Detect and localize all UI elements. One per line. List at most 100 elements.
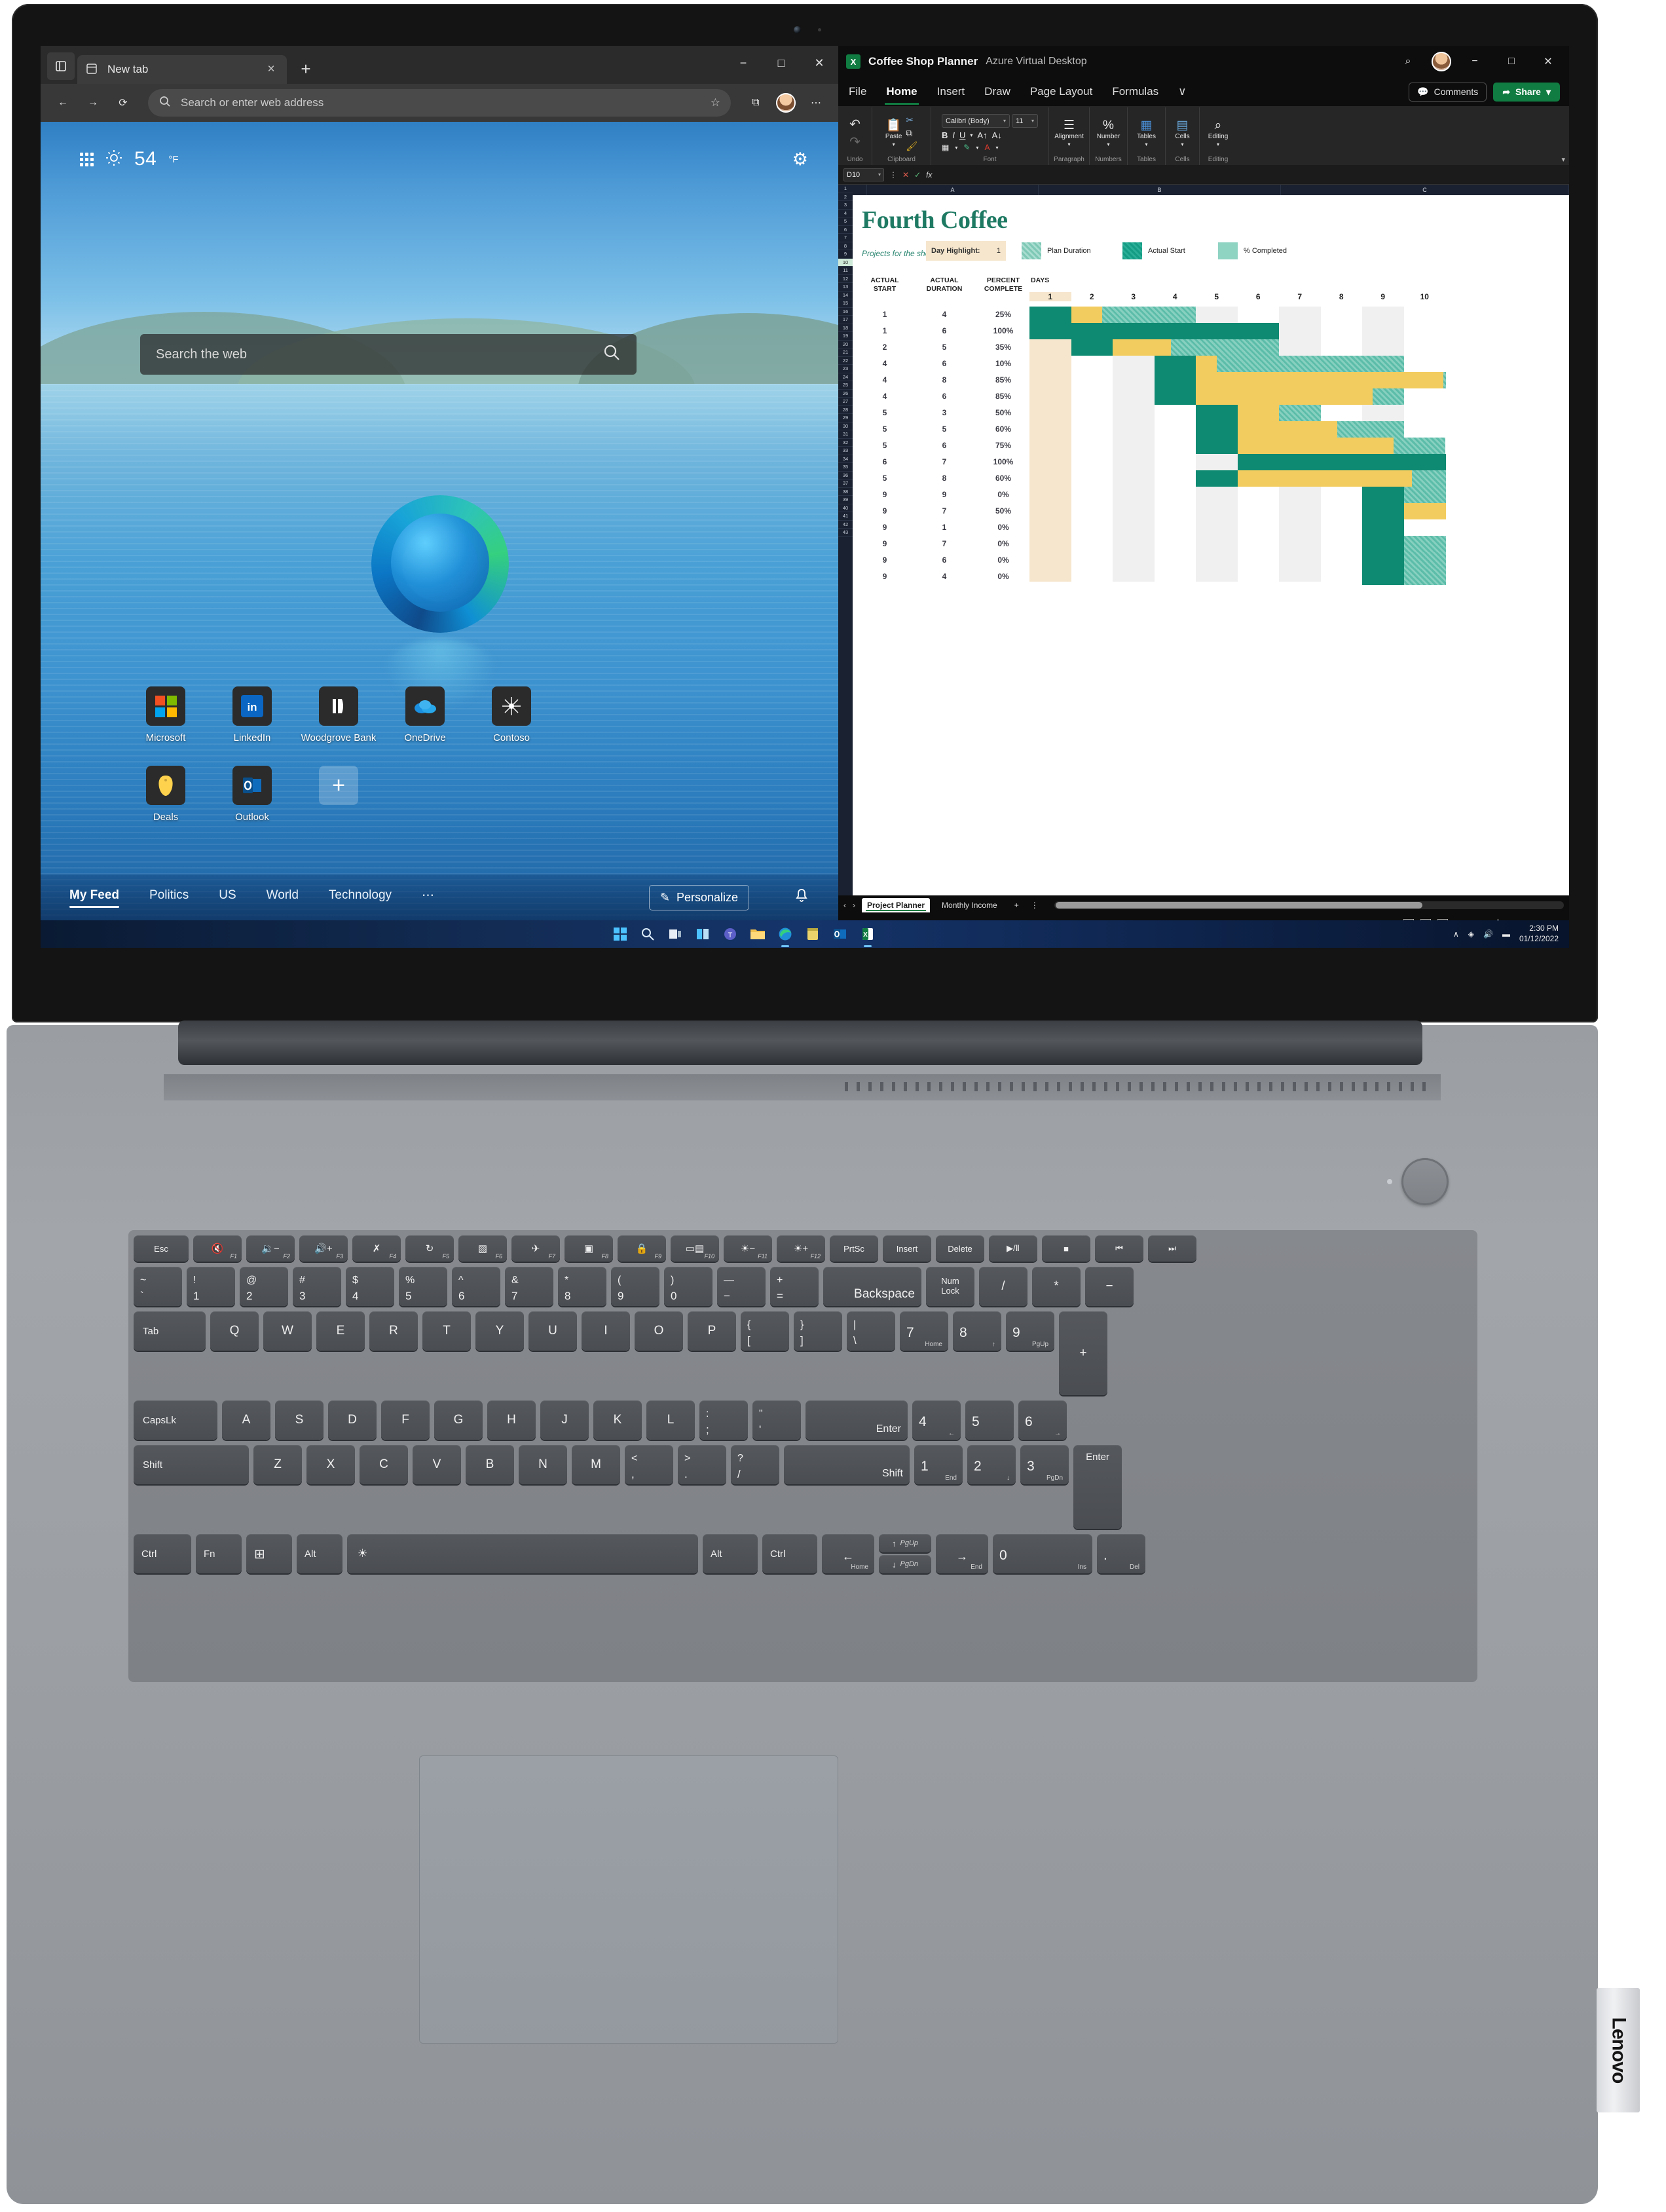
browser-tab[interactable]: New tab × — [77, 55, 287, 84]
row-header[interactable]: 26 — [838, 390, 853, 398]
font-color-icon[interactable]: A — [984, 143, 990, 152]
task-view-icon[interactable] — [665, 924, 685, 944]
ribbon-tab-file[interactable]: File — [847, 81, 868, 102]
key-ctrl-right[interactable]: Ctrl — [762, 1534, 817, 1573]
search-icon[interactable]: ⌕ — [1395, 48, 1421, 75]
cell-actual-start[interactable]: 5 — [862, 474, 908, 483]
row-header[interactable]: 36 — [838, 472, 853, 479]
italic-button[interactable]: I — [952, 130, 955, 140]
forward-icon[interactable]: → — [80, 90, 106, 116]
key-f8[interactable]: ▣ F8 — [565, 1235, 613, 1262]
row-header[interactable]: 29 — [838, 414, 853, 422]
ribbon-tab-home[interactable]: Home — [885, 81, 919, 105]
font-name-select[interactable]: Calibri (Body) ▾ — [942, 114, 1010, 128]
chevron-down-icon[interactable]: ▾ — [955, 145, 957, 151]
cell-percent-complete[interactable]: 50% — [977, 506, 1029, 516]
shortcut-tile-add[interactable]: + — [312, 766, 365, 823]
cell-percent-complete[interactable]: 100% — [977, 457, 1029, 466]
gear-icon[interactable]: ⚙ — [792, 149, 808, 170]
shortcut-tile-woodgrove-bank[interactable]: Woodgrove Bank — [301, 686, 376, 743]
cell-percent-complete[interactable]: 60% — [977, 424, 1029, 434]
key-f5[interactable]: ↻ F5 — [405, 1235, 454, 1262]
cell-percent-complete[interactable]: 0% — [977, 572, 1029, 581]
cell-actual-duration[interactable]: 5 — [918, 424, 971, 434]
cells-button[interactable]: ▤ Cells ▾ — [1175, 119, 1189, 147]
cell-actual-duration[interactable]: 4 — [918, 310, 971, 319]
row-header[interactable]: 4 — [838, 210, 853, 217]
format-painter-icon[interactable]: 🖌 — [906, 141, 917, 152]
key-punct[interactable]: >. — [678, 1445, 726, 1484]
cell-actual-start[interactable]: 5 — [862, 441, 908, 450]
feed-nav-politics[interactable]: Politics — [149, 888, 189, 907]
formula-options-icon[interactable]: ⋮ — [889, 170, 897, 179]
row-header[interactable]: 17 — [838, 316, 853, 324]
web-search-input[interactable]: Search the web — [140, 334, 637, 375]
key-numpad-7[interactable]: 7 Home — [900, 1311, 948, 1351]
key-v[interactable]: V — [413, 1445, 461, 1484]
add-favorite-icon[interactable]: ☆ — [711, 96, 720, 109]
sheet-nav-next-icon[interactable]: › — [853, 901, 855, 910]
file-explorer-icon[interactable] — [748, 924, 768, 944]
key-j[interactable]: J — [540, 1400, 589, 1440]
app-grid-icon[interactable] — [80, 152, 94, 166]
key-numpad-5[interactable]: 5 — [965, 1400, 1014, 1440]
excel-icon[interactable]: X — [858, 924, 878, 944]
row-header[interactable]: 3 — [838, 201, 853, 210]
key-insert[interactable]: Insert — [883, 1235, 931, 1262]
feed-nav-world[interactable]: World — [267, 888, 299, 907]
key-numpad-dot[interactable]: . Del — [1097, 1534, 1145, 1573]
key-u[interactable]: U — [528, 1311, 577, 1351]
key-c[interactable]: C — [360, 1445, 408, 1484]
start-icon[interactable] — [610, 924, 630, 944]
cell-actual-start[interactable]: 1 — [862, 326, 908, 335]
key-prtsc[interactable]: PrtSc — [830, 1235, 878, 1262]
cell-actual-duration[interactable]: 7 — [918, 506, 971, 516]
feed-nav-my-feed[interactable]: My Feed — [69, 888, 120, 908]
shrink-font-icon[interactable]: A↓ — [992, 130, 1002, 140]
key-f6[interactable]: ▨ F6 — [458, 1235, 507, 1262]
minimize-button[interactable]: − — [1462, 48, 1488, 75]
key-numpad-multiply[interactable]: * — [1032, 1267, 1081, 1306]
cell-actual-duration[interactable]: 9 — [918, 490, 971, 499]
add-shortcut-icon[interactable]: + — [319, 766, 358, 805]
key-h[interactable]: H — [487, 1400, 536, 1440]
cut-icon[interactable]: ✂ — [906, 115, 917, 126]
key-num-lock[interactable]: Num Lock — [926, 1267, 974, 1306]
key-f2[interactable]: 🔉− F2 — [246, 1235, 295, 1262]
undo-icon[interactable]: ↶ — [849, 116, 861, 132]
battery-icon[interactable]: ▬ — [1502, 929, 1510, 939]
key-o[interactable]: O — [635, 1311, 683, 1351]
key-punct[interactable]: " ' — [752, 1400, 801, 1440]
ribbon-collapse-icon[interactable]: ▾ — [1561, 155, 1565, 164]
row-header[interactable]: 18 — [838, 324, 853, 332]
cell-actual-start[interactable]: 5 — [862, 408, 908, 417]
cell-percent-complete[interactable]: 0% — [977, 490, 1029, 499]
row-header[interactable]: 2 — [838, 193, 853, 201]
key-2[interactable]: @2 — [240, 1267, 288, 1306]
cell-percent-complete[interactable]: 0% — [977, 523, 1029, 532]
horizontal-scrollbar[interactable] — [1054, 901, 1564, 909]
column-header-c[interactable]: C — [1281, 185, 1569, 195]
refresh-icon[interactable]: ⟳ — [110, 90, 136, 116]
row-header[interactable]: 6 — [838, 226, 853, 234]
key-`[interactable]: ~ ` — [134, 1267, 182, 1306]
close-button[interactable]: ✕ — [800, 46, 838, 80]
cell-actual-start[interactable]: 2 — [862, 343, 908, 352]
key-numpad-3[interactable]: 3 PgDn — [1020, 1445, 1069, 1484]
key-=[interactable]: + = — [770, 1267, 819, 1306]
browser-more-icon[interactable]: ⋯ — [803, 90, 829, 116]
power-button[interactable] — [1401, 1158, 1449, 1205]
formula-cancel-icon[interactable]: ✕ — [902, 170, 909, 179]
cell-actual-duration[interactable]: 6 — [918, 555, 971, 565]
row-header[interactable]: 5 — [838, 217, 853, 226]
key-shift-right[interactable]: Shift — [784, 1445, 910, 1484]
sheet-tab-monthly-income[interactable]: Monthly Income — [936, 898, 1003, 912]
row-header[interactable]: 23 — [838, 365, 853, 373]
cell-actual-duration[interactable]: 8 — [918, 375, 971, 384]
ribbon-tab-page-layout[interactable]: Page Layout — [1029, 81, 1094, 102]
key-a[interactable]: A — [222, 1400, 270, 1440]
key-win[interactable]: ⊞ — [246, 1534, 292, 1573]
key-d[interactable]: D — [328, 1400, 377, 1440]
key-3[interactable]: #3 — [293, 1267, 341, 1306]
cell-actual-start[interactable]: 1 — [862, 310, 908, 319]
